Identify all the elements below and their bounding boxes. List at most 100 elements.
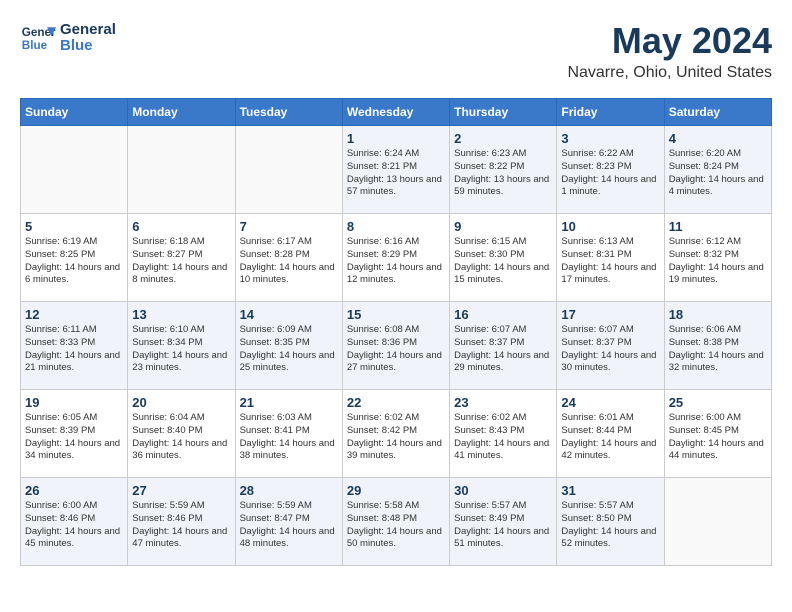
month-title: May 2024: [567, 20, 772, 62]
cell-info: Sunrise: 5:59 AMSunset: 8:47 PMDaylight:…: [240, 500, 335, 549]
day-number: 20: [132, 395, 230, 410]
calendar-cell: 2 Sunrise: 6:23 AMSunset: 8:22 PMDayligh…: [450, 126, 557, 214]
cell-info: Sunrise: 6:17 AMSunset: 8:28 PMDaylight:…: [240, 236, 335, 285]
cell-info: Sunrise: 6:04 AMSunset: 8:40 PMDaylight:…: [132, 412, 227, 461]
day-number: 21: [240, 395, 338, 410]
calendar-cell: 8 Sunrise: 6:16 AMSunset: 8:29 PMDayligh…: [342, 214, 449, 302]
day-number: 5: [25, 219, 123, 234]
cell-info: Sunrise: 5:57 AMSunset: 8:50 PMDaylight:…: [561, 500, 656, 549]
cell-info: Sunrise: 6:07 AMSunset: 8:37 PMDaylight:…: [454, 324, 549, 373]
cell-info: Sunrise: 6:01 AMSunset: 8:44 PMDaylight:…: [561, 412, 656, 461]
cell-info: Sunrise: 6:18 AMSunset: 8:27 PMDaylight:…: [132, 236, 227, 285]
day-number: 12: [25, 307, 123, 322]
weekday-header-friday: Friday: [557, 99, 664, 126]
calendar-cell: 24 Sunrise: 6:01 AMSunset: 8:44 PMDaylig…: [557, 390, 664, 478]
cell-info: Sunrise: 6:05 AMSunset: 8:39 PMDaylight:…: [25, 412, 120, 461]
weekday-header-sunday: Sunday: [21, 99, 128, 126]
calendar-week-row: 5 Sunrise: 6:19 AMSunset: 8:25 PMDayligh…: [21, 214, 772, 302]
calendar-cell: 6 Sunrise: 6:18 AMSunset: 8:27 PMDayligh…: [128, 214, 235, 302]
calendar-week-row: 26 Sunrise: 6:00 AMSunset: 8:46 PMDaylig…: [21, 478, 772, 566]
calendar-cell: 25 Sunrise: 6:00 AMSunset: 8:45 PMDaylig…: [664, 390, 771, 478]
cell-info: Sunrise: 6:23 AMSunset: 8:22 PMDaylight:…: [454, 148, 549, 197]
cell-info: Sunrise: 6:22 AMSunset: 8:23 PMDaylight:…: [561, 148, 656, 197]
day-number: 19: [25, 395, 123, 410]
day-number: 3: [561, 131, 659, 146]
day-number: 29: [347, 483, 445, 498]
calendar-cell: 9 Sunrise: 6:15 AMSunset: 8:30 PMDayligh…: [450, 214, 557, 302]
calendar-week-row: 1 Sunrise: 6:24 AMSunset: 8:21 PMDayligh…: [21, 126, 772, 214]
cell-info: Sunrise: 5:58 AMSunset: 8:48 PMDaylight:…: [347, 500, 442, 549]
logo-text-general: General: [60, 22, 116, 39]
calendar-cell: 21 Sunrise: 6:03 AMSunset: 8:41 PMDaylig…: [235, 390, 342, 478]
day-number: 10: [561, 219, 659, 234]
logo: General Blue General Blue: [20, 20, 116, 56]
location: Navarre, Ohio, United States: [567, 64, 772, 82]
logo-text-blue: Blue: [60, 38, 116, 55]
weekday-header-monday: Monday: [128, 99, 235, 126]
calendar-cell: 10 Sunrise: 6:13 AMSunset: 8:31 PMDaylig…: [557, 214, 664, 302]
calendar-cell: 28 Sunrise: 5:59 AMSunset: 8:47 PMDaylig…: [235, 478, 342, 566]
logo-icon: General Blue: [20, 20, 56, 56]
day-number: 14: [240, 307, 338, 322]
day-number: 25: [669, 395, 767, 410]
calendar-cell: 22 Sunrise: 6:02 AMSunset: 8:42 PMDaylig…: [342, 390, 449, 478]
calendar-cell: 17 Sunrise: 6:07 AMSunset: 8:37 PMDaylig…: [557, 302, 664, 390]
day-number: 4: [669, 131, 767, 146]
cell-info: Sunrise: 6:11 AMSunset: 8:33 PMDaylight:…: [25, 324, 120, 373]
day-number: 8: [347, 219, 445, 234]
weekday-header-row: SundayMondayTuesdayWednesdayThursdayFrid…: [21, 99, 772, 126]
calendar-week-row: 19 Sunrise: 6:05 AMSunset: 8:39 PMDaylig…: [21, 390, 772, 478]
cell-info: Sunrise: 6:24 AMSunset: 8:21 PMDaylight:…: [347, 148, 442, 197]
day-number: 18: [669, 307, 767, 322]
calendar-week-row: 12 Sunrise: 6:11 AMSunset: 8:33 PMDaylig…: [21, 302, 772, 390]
calendar-cell: 30 Sunrise: 5:57 AMSunset: 8:49 PMDaylig…: [450, 478, 557, 566]
day-number: 17: [561, 307, 659, 322]
day-number: 23: [454, 395, 552, 410]
cell-info: Sunrise: 6:02 AMSunset: 8:42 PMDaylight:…: [347, 412, 442, 461]
cell-info: Sunrise: 6:03 AMSunset: 8:41 PMDaylight:…: [240, 412, 335, 461]
day-number: 1: [347, 131, 445, 146]
calendar-cell: [128, 126, 235, 214]
calendar-cell: 19 Sunrise: 6:05 AMSunset: 8:39 PMDaylig…: [21, 390, 128, 478]
day-number: 13: [132, 307, 230, 322]
calendar-cell: 12 Sunrise: 6:11 AMSunset: 8:33 PMDaylig…: [21, 302, 128, 390]
day-number: 15: [347, 307, 445, 322]
cell-info: Sunrise: 6:19 AMSunset: 8:25 PMDaylight:…: [25, 236, 120, 285]
weekday-header-thursday: Thursday: [450, 99, 557, 126]
calendar-cell: 23 Sunrise: 6:02 AMSunset: 8:43 PMDaylig…: [450, 390, 557, 478]
calendar-cell: 20 Sunrise: 6:04 AMSunset: 8:40 PMDaylig…: [128, 390, 235, 478]
cell-info: Sunrise: 6:09 AMSunset: 8:35 PMDaylight:…: [240, 324, 335, 373]
day-number: 31: [561, 483, 659, 498]
calendar-cell: 16 Sunrise: 6:07 AMSunset: 8:37 PMDaylig…: [450, 302, 557, 390]
weekday-header-saturday: Saturday: [664, 99, 771, 126]
svg-text:Blue: Blue: [22, 39, 48, 52]
day-number: 28: [240, 483, 338, 498]
calendar-cell: [21, 126, 128, 214]
calendar-cell: 4 Sunrise: 6:20 AMSunset: 8:24 PMDayligh…: [664, 126, 771, 214]
day-number: 6: [132, 219, 230, 234]
day-number: 26: [25, 483, 123, 498]
cell-info: Sunrise: 6:02 AMSunset: 8:43 PMDaylight:…: [454, 412, 549, 461]
weekday-header-wednesday: Wednesday: [342, 99, 449, 126]
calendar-cell: 14 Sunrise: 6:09 AMSunset: 8:35 PMDaylig…: [235, 302, 342, 390]
cell-info: Sunrise: 6:15 AMSunset: 8:30 PMDaylight:…: [454, 236, 549, 285]
cell-info: Sunrise: 6:08 AMSunset: 8:36 PMDaylight:…: [347, 324, 442, 373]
cell-info: Sunrise: 6:10 AMSunset: 8:34 PMDaylight:…: [132, 324, 227, 373]
cell-info: Sunrise: 6:06 AMSunset: 8:38 PMDaylight:…: [669, 324, 764, 373]
calendar-cell: 27 Sunrise: 5:59 AMSunset: 8:46 PMDaylig…: [128, 478, 235, 566]
day-number: 2: [454, 131, 552, 146]
page-header: General Blue General Blue May 2024 Navar…: [20, 20, 772, 82]
calendar-cell: 3 Sunrise: 6:22 AMSunset: 8:23 PMDayligh…: [557, 126, 664, 214]
day-number: 9: [454, 219, 552, 234]
cell-info: Sunrise: 6:00 AMSunset: 8:45 PMDaylight:…: [669, 412, 764, 461]
calendar-cell: 5 Sunrise: 6:19 AMSunset: 8:25 PMDayligh…: [21, 214, 128, 302]
calendar-cell: 1 Sunrise: 6:24 AMSunset: 8:21 PMDayligh…: [342, 126, 449, 214]
cell-info: Sunrise: 6:00 AMSunset: 8:46 PMDaylight:…: [25, 500, 120, 549]
calendar-cell: 11 Sunrise: 6:12 AMSunset: 8:32 PMDaylig…: [664, 214, 771, 302]
cell-info: Sunrise: 6:13 AMSunset: 8:31 PMDaylight:…: [561, 236, 656, 285]
day-number: 27: [132, 483, 230, 498]
calendar-cell: 31 Sunrise: 5:57 AMSunset: 8:50 PMDaylig…: [557, 478, 664, 566]
day-number: 22: [347, 395, 445, 410]
day-number: 11: [669, 219, 767, 234]
day-number: 24: [561, 395, 659, 410]
